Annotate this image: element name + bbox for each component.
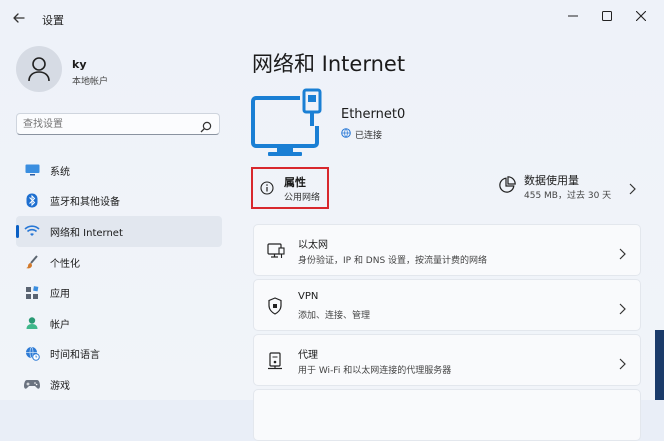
ethernet-name: Ethernet0 [341, 107, 406, 122]
bluetooth-icon [24, 193, 40, 209]
proxy-icon [267, 352, 283, 374]
next-card[interactable] [253, 389, 641, 441]
properties-button[interactable]: 属性 公用网络 [251, 167, 329, 209]
sidebar-item-system[interactable]: 系统 [16, 155, 222, 186]
ethernet-status-text: 已连接 [355, 131, 383, 141]
sidebar-item-bluetooth[interactable]: 蓝牙和其他设备 [16, 186, 222, 217]
settings-window: 设置 ky 本地帐户 系统 [0, 0, 664, 441]
ethernet-card[interactable]: 以太网 身份验证，IP 和 DNS 设置，按流量计费的网络 [253, 224, 641, 276]
shield-icon [267, 297, 283, 319]
chevron-right-icon [618, 245, 626, 264]
sidebar-item-label: 蓝牙和其他设备 [50, 197, 120, 209]
page-title: 网络和 Internet [252, 52, 406, 76]
sidebar-item-label: 系统 [50, 166, 70, 178]
wifi-icon [24, 223, 40, 239]
background-window-edge [655, 330, 664, 400]
card-subtitle: 身份验证，IP 和 DNS 设置，按流量计费的网络 [298, 256, 488, 266]
sidebar-item-label: 网络和 Internet [50, 227, 123, 239]
system-display-icon [24, 162, 40, 178]
card-title: 以太网 [298, 240, 328, 251]
ethernet-monitor-icon [250, 88, 328, 160]
sidebar-item-label: 帐户 [50, 319, 70, 331]
card-subtitle: 用于 Wi-Fi 和以太网连接的代理服务器 [298, 366, 452, 376]
card-subtitle: 添加、连接、管理 [298, 311, 371, 321]
sidebar-item-gaming[interactable]: 游戏 [16, 369, 222, 400]
account-type: 本地帐户 [72, 77, 109, 87]
title-bar: 设置 [0, 0, 664, 36]
minimize-icon[interactable] [554, 0, 592, 32]
properties-subtitle: 公用网络 [284, 193, 321, 203]
chevron-right-icon [628, 180, 636, 199]
search-input[interactable] [23, 117, 193, 131]
close-icon[interactable] [622, 0, 660, 32]
vpn-card[interactable]: VPN 添加、连接、管理 [253, 279, 641, 331]
globe-icon [341, 128, 351, 141]
info-icon [260, 180, 274, 199]
gamepad-icon [24, 376, 40, 392]
back-arrow-icon[interactable] [12, 10, 30, 26]
account-icon [24, 315, 40, 331]
chevron-right-icon [618, 355, 626, 374]
user-icon [28, 57, 50, 82]
ethernet-icon [267, 242, 285, 264]
brush-icon [24, 254, 40, 270]
sidebar-item-apps[interactable]: 应用 [16, 277, 222, 308]
window-title: 设置 [42, 14, 64, 27]
sidebar-nav: 系统 蓝牙和其他设备 网络和 Internet 个性化 应用 帐户 时间和语言 … [16, 155, 222, 400]
card-title: 代理 [298, 350, 318, 361]
chevron-right-icon [618, 300, 626, 319]
sidebar-item-label: 时间和语言 [50, 350, 100, 362]
card-title: VPN [298, 291, 319, 302]
proxy-card[interactable]: 代理 用于 Wi-Fi 和以太网连接的代理服务器 [253, 334, 641, 386]
ethernet-status: 已连接 [341, 128, 382, 141]
sidebar-item-network[interactable]: 网络和 Internet [16, 216, 222, 247]
maximize-icon[interactable] [588, 0, 626, 32]
sidebar-item-label: 个性化 [50, 258, 80, 270]
search-icon[interactable] [200, 118, 212, 137]
user-name: ky [72, 58, 87, 71]
pie-chart-icon [498, 176, 516, 198]
sidebar-item-time-language[interactable]: 时间和语言 [16, 339, 222, 370]
sidebar-item-personalization[interactable]: 个性化 [16, 247, 222, 278]
data-usage-title: 数据使用量 [524, 174, 579, 187]
data-usage-subtitle: 455 MB，过去 30 天 [524, 191, 612, 201]
sidebar-item-label: 游戏 [50, 380, 70, 392]
sidebar-item-accounts[interactable]: 帐户 [16, 308, 222, 339]
avatar[interactable] [16, 46, 62, 92]
properties-title: 属性 [284, 176, 306, 189]
apps-icon [24, 285, 40, 301]
globe-clock-icon [24, 346, 40, 362]
data-usage-button[interactable]: 数据使用量 455 MB，过去 30 天 [496, 167, 642, 207]
sidebar-item-label: 应用 [50, 289, 70, 301]
search-box[interactable] [16, 113, 220, 135]
